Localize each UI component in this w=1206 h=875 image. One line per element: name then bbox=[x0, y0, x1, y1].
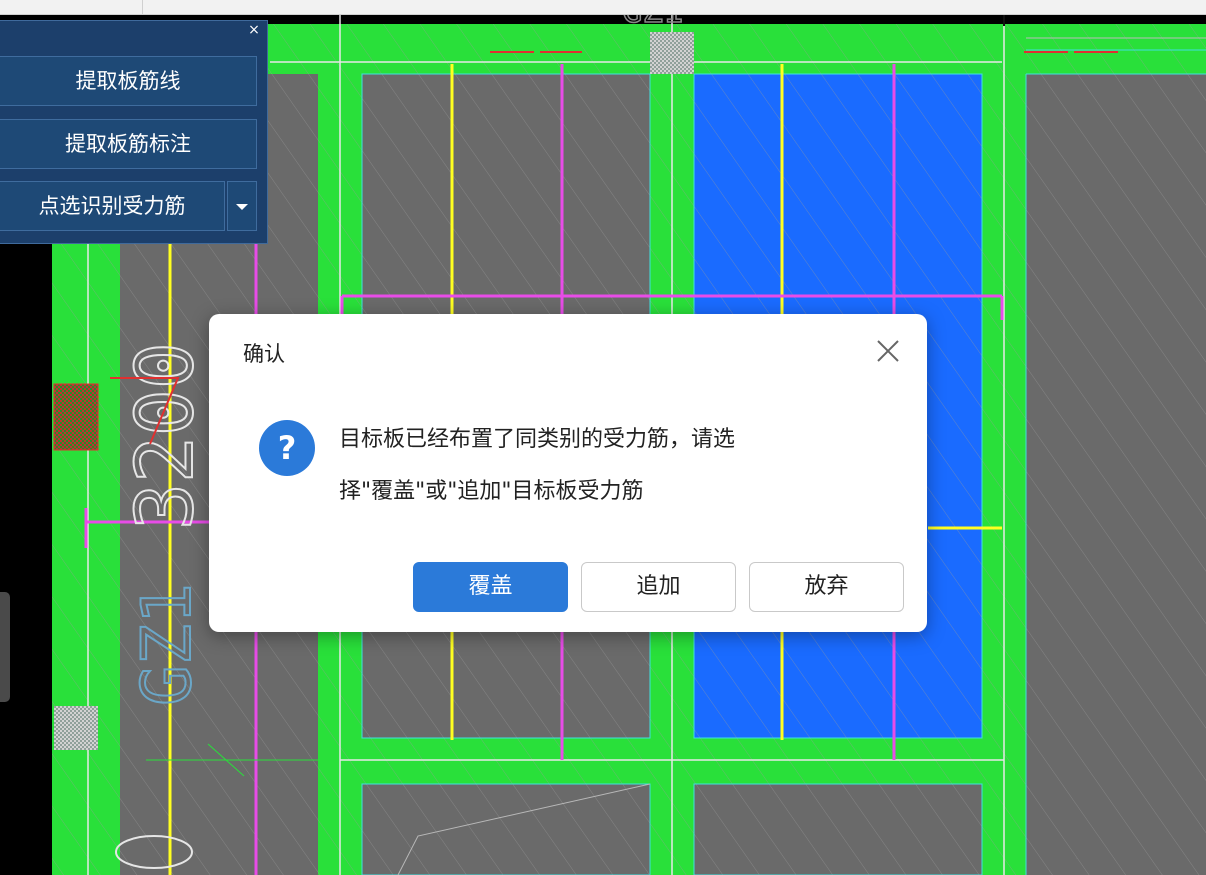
pick-identify-dropdown-button[interactable] bbox=[227, 181, 257, 231]
close-icon[interactable] bbox=[875, 338, 901, 364]
rebar-tool-panel: × 提取板筋线 提取板筋标注 点选识别受力筋 bbox=[0, 20, 268, 244]
column-marker-top bbox=[650, 32, 694, 74]
panel-close-icon[interactable]: × bbox=[247, 23, 261, 37]
append-button[interactable]: 追加 bbox=[581, 562, 736, 612]
dialog-message-line1: 目标板已经布置了同类别的受力筋，请选 bbox=[339, 427, 736, 452]
side-handle[interactable] bbox=[0, 592, 10, 702]
question-icon: ? bbox=[259, 420, 315, 476]
top-strip bbox=[0, 0, 1206, 15]
extract-rebar-lines-button[interactable]: 提取板筋线 bbox=[0, 56, 257, 106]
pick-identify-rebar-button[interactable]: 点选识别受力筋 bbox=[0, 181, 225, 231]
confirm-dialog: 确认 ? 目标板已经布置了同类别的受力筋，请选 择"覆盖"或"追加"目标板受力筋… bbox=[209, 314, 927, 632]
discard-button[interactable]: 放弃 bbox=[749, 562, 904, 612]
dimension-text: 3200 bbox=[121, 342, 211, 530]
dialog-message: 目标板已经布置了同类别的受力筋，请选 择"覆盖"或"追加"目标板受力筋 bbox=[339, 414, 879, 518]
extract-rebar-labels-button[interactable]: 提取板筋标注 bbox=[0, 119, 257, 169]
column-marker-bottom bbox=[54, 706, 98, 750]
chevron-down-icon bbox=[236, 204, 248, 210]
column-label-text: GZ1 bbox=[128, 583, 207, 706]
dialog-title: 确认 bbox=[243, 342, 285, 366]
dialog-message-line2: 择"覆盖"或"追加"目标板受力筋 bbox=[339, 479, 644, 504]
column-marker-selected bbox=[53, 383, 99, 451]
overwrite-button[interactable]: 覆盖 bbox=[413, 562, 568, 612]
